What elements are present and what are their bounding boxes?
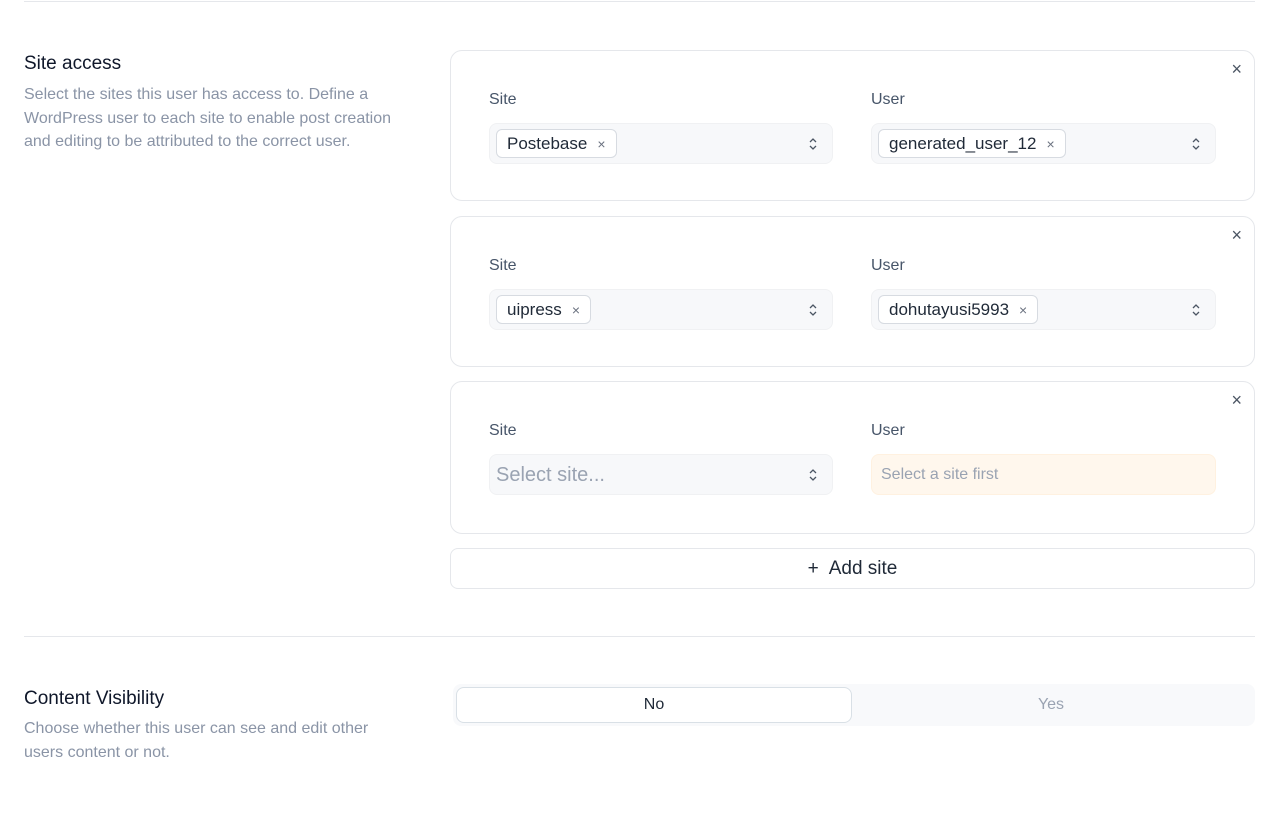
chevron-up-down-icon [1192,138,1200,150]
site-access-row: × Site User Select site... Select a site… [450,381,1255,534]
site-select[interactable]: Postebase × [489,123,833,164]
add-site-button[interactable]: + Add site [450,548,1255,589]
chevron-up-down-icon [809,138,817,150]
toggle-option-no[interactable]: No [456,687,852,723]
chevron-up-down-icon [809,304,817,316]
site-access-description: Select the sites this user has access to… [24,86,392,150]
content-visibility-toggle: No Yes [453,684,1255,726]
user-chip: dohutayusi5993 × [878,295,1039,324]
top-divider [24,1,1255,2]
site-access-row: × Site User Postebase × generated_user_1… [450,50,1255,201]
user-label: User [871,91,905,108]
toggle-option-yes[interactable]: Yes [853,687,1249,723]
plus-icon: + [807,557,819,579]
site-select[interactable]: uipress × [489,289,833,330]
site-chip-label: Postebase [507,133,588,153]
user-select-placeholder: Select a site first [881,466,999,483]
remove-site-x-icon[interactable]: × [572,302,580,318]
user-select[interactable]: dohutayusi5993 × [871,289,1216,330]
section-divider [24,636,1255,637]
site-access-row: × Site User uipress × dohutayusi5993 × [450,216,1255,367]
site-chip: uipress × [496,295,591,324]
site-select-placeholder: Select site... [496,464,605,486]
user-select[interactable]: generated_user_12 × [871,123,1216,164]
site-access-title: Site access [24,53,122,74]
user-chip-label: dohutayusi5993 [889,299,1010,319]
remove-row-close-icon[interactable]: × [1231,226,1242,244]
user-chip: generated_user_12 × [878,129,1066,158]
site-label: Site [489,91,517,108]
content-visibility-description: Choose whether this user can see and edi… [24,720,369,761]
user-label: User [871,422,905,439]
site-select[interactable]: Select site... [489,454,833,495]
user-select-disabled: Select a site first [871,454,1216,495]
site-chip-label: uipress [507,299,562,319]
site-label: Site [489,257,517,274]
user-label: User [871,257,905,274]
remove-user-x-icon[interactable]: × [1046,136,1054,152]
remove-site-x-icon[interactable]: × [597,136,605,152]
chevron-up-down-icon [1192,304,1200,316]
site-label: Site [489,422,517,439]
site-chip: Postebase × [496,129,617,158]
remove-row-close-icon[interactable]: × [1231,391,1242,409]
remove-user-x-icon[interactable]: × [1019,302,1027,318]
content-visibility-title: Content Visibility [24,688,165,709]
add-site-label: Add site [828,557,898,579]
remove-row-close-icon[interactable]: × [1231,60,1242,78]
chevron-up-down-icon [809,469,817,481]
user-chip-label: generated_user_12 [889,133,1037,153]
